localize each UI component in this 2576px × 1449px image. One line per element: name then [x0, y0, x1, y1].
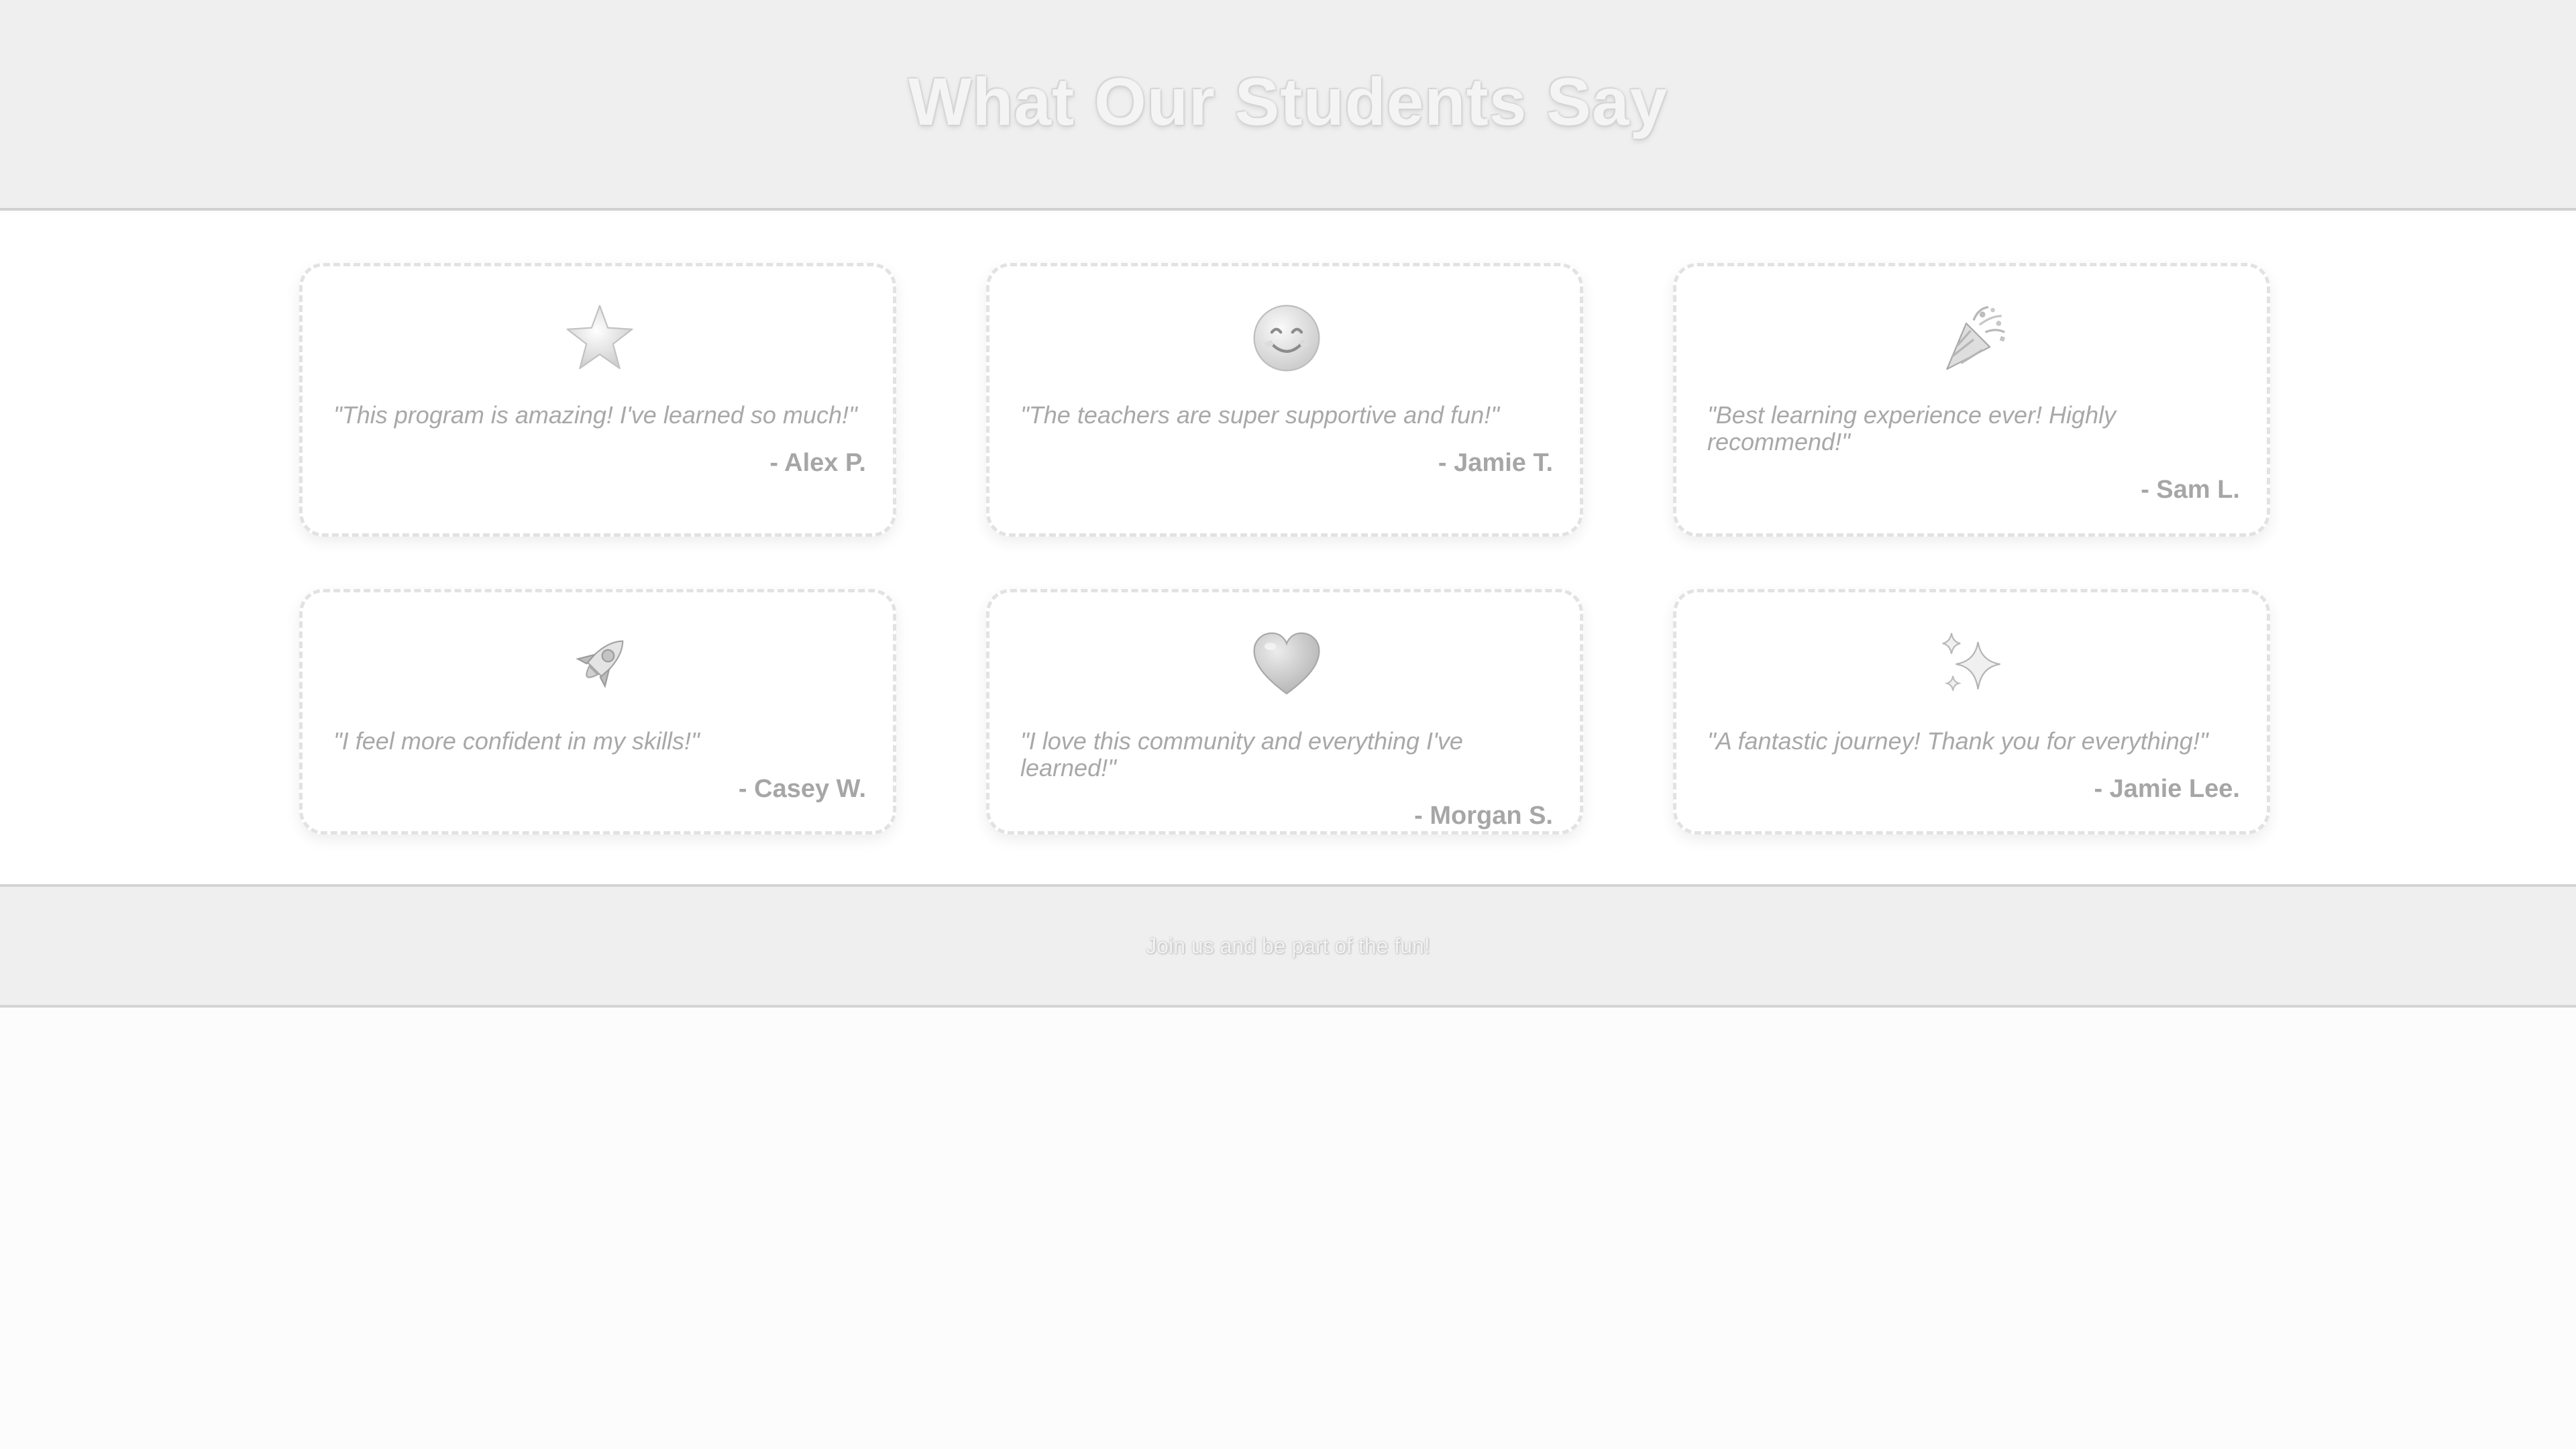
testimonial-author: - Morgan S.: [1414, 802, 1553, 830]
testimonial-card: "A fantastic journey! Thank you for ever…: [1673, 589, 2270, 835]
testimonial-quote: "A fantastic journey! Thank you for ever…: [1707, 727, 2208, 755]
sparkles-icon: [1707, 627, 2240, 701]
page-title: What Our Students Say: [908, 64, 1668, 140]
testimonial-card: "This program is amazing! I've learned s…: [299, 263, 896, 537]
testimonial-quote: "I love this community and everything I'…: [1020, 727, 1463, 782]
heart-icon: [1020, 627, 1553, 701]
rocket-icon: [333, 627, 866, 701]
testimonial-quote: "The teachers are super supportive and f…: [1020, 401, 1499, 429]
testimonial-quote: "Best learning experience ever! Highly r…: [1707, 401, 2116, 455]
testimonial-author: - Sam L.: [2141, 476, 2240, 504]
testimonial-author: - Jamie Lee.: [2094, 775, 2240, 803]
page-footer: Join us and be part of the fun!: [0, 884, 2576, 1008]
testimonial-card: "The teachers are super supportive and f…: [986, 263, 1583, 537]
testimonial-quote: "I feel more confident in my skills!": [333, 727, 700, 755]
testimonial-quote: "This program is amazing! I've learned s…: [333, 401, 857, 429]
page-header: What Our Students Say: [0, 0, 2576, 211]
testimonial-card: "Best learning experience ever! Highly r…: [1673, 263, 2270, 537]
testimonial-author: - Alex P.: [769, 449, 866, 477]
smiling-face-icon: [1020, 301, 1553, 375]
footer-tagline: Join us and be part of the fun!: [1146, 933, 1430, 958]
testimonial-card: "I love this community and everything I'…: [986, 589, 1583, 835]
testimonial-author: - Jamie T.: [1438, 449, 1553, 477]
testimonial-author: - Casey W.: [738, 775, 866, 803]
star-icon: [333, 301, 866, 375]
testimonials-grid: "This program is amazing! I've learned s…: [299, 263, 2271, 835]
testimonial-card: "I feel more confident in my skills!" - …: [299, 589, 896, 835]
testimonials-section: "This program is amazing! I've learned s…: [0, 213, 2576, 884]
party-popper-icon: [1707, 301, 2240, 375]
